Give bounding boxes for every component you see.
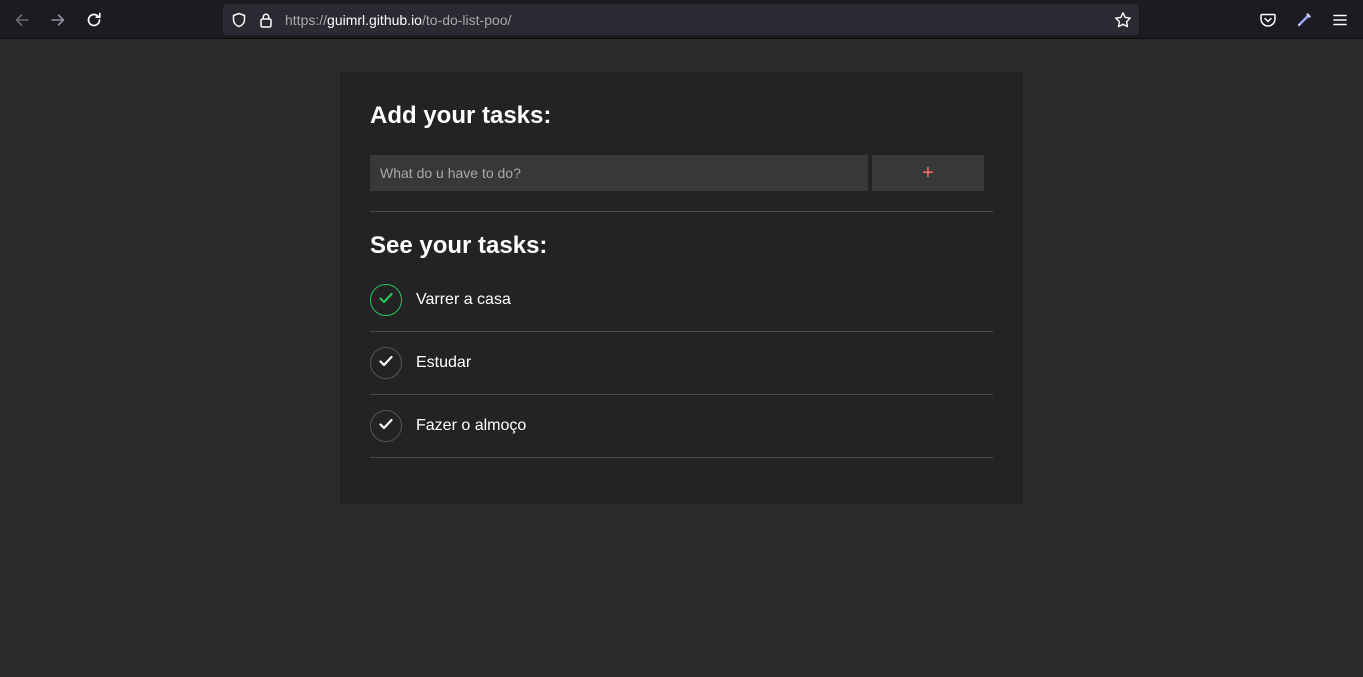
star-icon[interactable]: [1114, 11, 1132, 29]
task-item: Fazer o almoço: [370, 395, 993, 458]
complete-task-button[interactable]: [370, 347, 402, 379]
task-input[interactable]: [370, 155, 868, 191]
add-tasks-heading: Add your tasks:: [370, 102, 552, 129]
add-task-button[interactable]: +: [872, 155, 984, 191]
reload-button[interactable]: [80, 6, 108, 34]
check-icon: [377, 415, 395, 438]
task-list: Varrer a casa Estudar Fazer o almoço: [370, 269, 993, 458]
complete-task-button[interactable]: [370, 284, 402, 316]
check-icon: [377, 289, 395, 312]
hamburger-menu-icon: [1331, 11, 1349, 29]
url-host: guimrl.github.io: [327, 12, 422, 28]
forward-arrow-icon: [49, 11, 67, 29]
shield-icon[interactable]: [230, 11, 248, 29]
back-arrow-icon: [13, 11, 31, 29]
browser-toolbar: https://guimrl.github.io/to-do-list-poo/: [0, 0, 1363, 39]
see-tasks-heading: See your tasks:: [370, 232, 548, 259]
pocket-icon: [1259, 11, 1277, 29]
url-scheme: https://: [285, 12, 328, 28]
extension-button[interactable]: [1290, 6, 1318, 34]
url-bar[interactable]: https://guimrl.github.io/to-do-list-poo/: [223, 4, 1139, 35]
task-text: Fazer o almoço: [416, 417, 527, 434]
task-item: Estudar: [370, 332, 993, 395]
reload-icon: [85, 11, 103, 29]
app-menu-button[interactable]: [1326, 6, 1354, 34]
back-button[interactable]: [8, 6, 36, 34]
task-text: Varrer a casa: [416, 291, 511, 308]
todo-card: Add your tasks: + See your tasks: Varrer…: [340, 72, 1023, 504]
section-divider: [370, 211, 993, 212]
check-icon: [377, 352, 395, 375]
task-item: Varrer a casa: [370, 269, 993, 332]
pocket-button[interactable]: [1254, 6, 1282, 34]
task-text: Estudar: [416, 354, 472, 371]
url-text[interactable]: https://guimrl.github.io/to-do-list-poo/: [285, 12, 511, 28]
lock-icon[interactable]: [257, 11, 275, 29]
complete-task-button[interactable]: [370, 410, 402, 442]
url-path: /to-do-list-poo/: [421, 12, 512, 28]
pen-icon: [1295, 11, 1313, 29]
forward-button[interactable]: [44, 6, 72, 34]
